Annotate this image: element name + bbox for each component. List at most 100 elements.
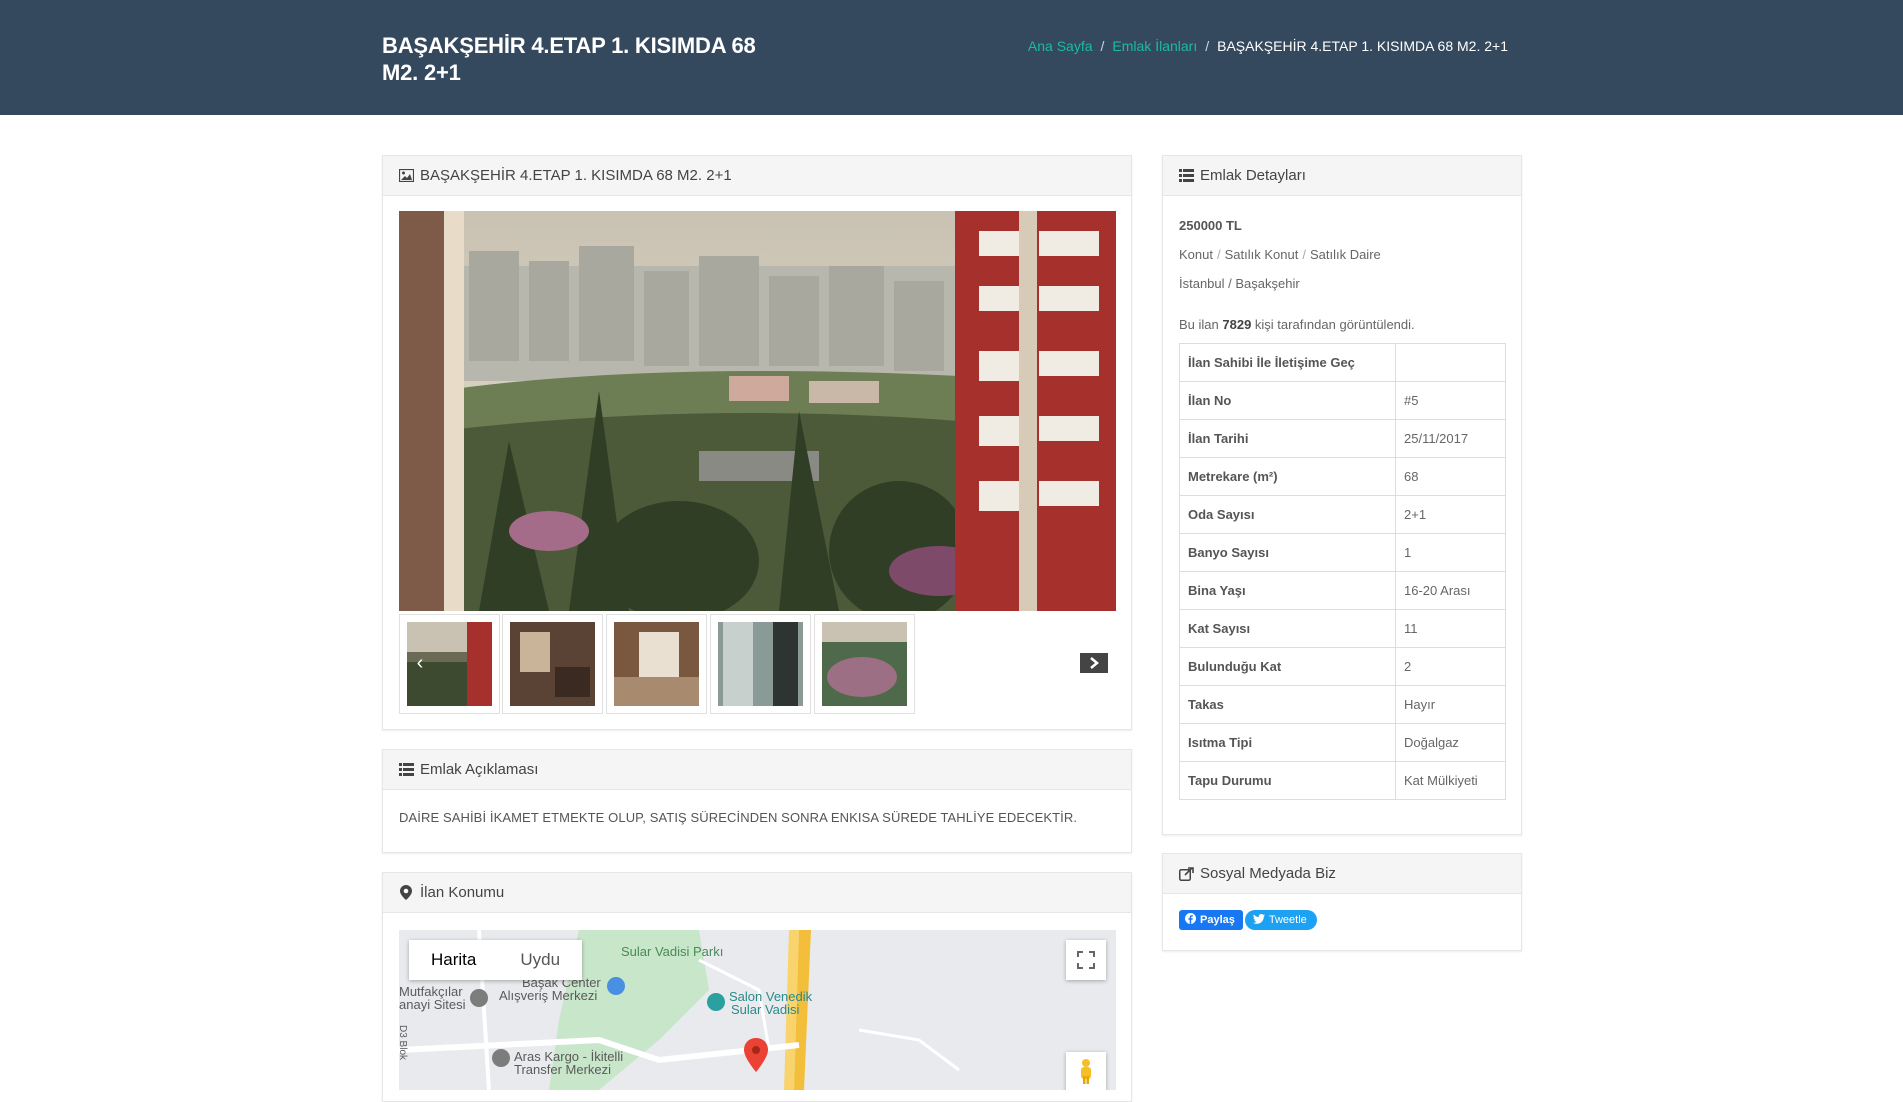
fullscreen-icon[interactable] (1066, 940, 1106, 980)
breadcrumb-separator: / (1100, 38, 1105, 54)
category-separator: / (1216, 247, 1221, 262)
gallery-prev-icon[interactable]: ‹ (409, 652, 431, 674)
listing-location: İstanbul / Başakşehir (1179, 276, 1300, 291)
location-title: İlan Konumu (420, 884, 505, 901)
details-table-row: Tapu Durumu Kat Mülkiyeti (1179, 761, 1506, 800)
details-table-value: 25/11/2017 (1395, 419, 1506, 458)
details-table-row: Oda Sayısı 2+1 (1179, 495, 1506, 534)
gallery-next-icon[interactable] (1080, 653, 1108, 673)
details-table-key: Oda Sayısı (1179, 495, 1396, 534)
map-label-mall-2: Alışveriş Merkezi (499, 988, 598, 1003)
details-table-row: Bina Yaşı 16-20 Arası (1179, 571, 1506, 610)
details-table-key: Kat Sayısı (1179, 609, 1396, 648)
gallery-title: BAŞAKŞEHİR 4.ETAP 1. KISIMDA 68 M2. 2+1 (420, 167, 732, 184)
details-table-key: Isıtma Tipi (1179, 723, 1396, 762)
views-count: 7829 (1222, 317, 1252, 332)
location-panel-header: İlan Konumu (383, 873, 1131, 913)
details-table-key: Banyo Sayısı (1179, 533, 1396, 572)
social-title: Sosyal Medyada Biz (1200, 865, 1336, 882)
thumbnail-3[interactable] (606, 614, 707, 714)
details-table-value: 2 (1395, 647, 1506, 686)
details-table-key: Tapu Durumu (1179, 761, 1396, 800)
category-satilik-konut[interactable]: Satılık Konut (1225, 247, 1299, 262)
details-table: İlan Sahibi İle İletişime Geç İlan No #5 İl… (1179, 343, 1506, 800)
details-table-row: İlan No #5 (1179, 381, 1506, 420)
category-satilik-daire[interactable]: Satılık Daire (1310, 247, 1381, 262)
twitter-bird-icon (1252, 913, 1265, 927)
gallery-panel: BAŞAKŞEHİR 4.ETAP 1. KISIMDA 68 M2. 2+1 (382, 155, 1132, 730)
map-marker-icon (398, 885, 414, 900)
details-table-value: Kat Mülkiyeti (1395, 761, 1506, 800)
listing-category: Konut / Satılık Konut / Satılık Daire (1179, 247, 1505, 262)
map-type-uydu[interactable]: Uydu (498, 940, 582, 980)
map-type-control: Harita Uydu (409, 940, 583, 980)
facebook-icon (1185, 913, 1196, 927)
share-icon (1178, 866, 1194, 881)
details-table-row: İlan Tarihi 25/11/2017 (1179, 419, 1506, 458)
category-konut[interactable]: Konut (1179, 247, 1213, 262)
map-type-harita[interactable]: Harita (409, 940, 498, 980)
breadcrumb-home-link[interactable]: Ana Sayfa (1028, 38, 1093, 54)
details-table-row: Bulunduğu Kat 2 (1179, 647, 1506, 686)
breadcrumb-separator: / (1205, 38, 1210, 54)
page-header: BAŞAKŞEHİR 4.ETAP 1. KISIMDA 68 M2. 2+1 … (0, 0, 1903, 115)
details-table-key: Bina Yaşı (1179, 571, 1396, 610)
details-table-row: Isıtma Tipi Doğalgaz (1179, 723, 1506, 762)
details-body: 250000 TL Konut / Satılık Konut / Satılık Da… (1163, 196, 1521, 348)
list-icon (398, 763, 414, 777)
details-table-row[interactable]: İlan Sahibi İle İletişime Geç (1179, 343, 1506, 382)
twitter-tweet-button[interactable]: Tweetle (1244, 910, 1317, 930)
thumbnail-2-image (510, 622, 595, 706)
breadcrumb-listings-link[interactable]: Emlak İlanları (1112, 38, 1197, 54)
details-table-key: İlan No (1179, 381, 1396, 420)
social-panel-header: Sosyal Medyada Biz (1163, 854, 1521, 894)
facebook-share-label: Paylaş (1200, 914, 1235, 926)
view-count-text: Bu ilan 7829 kişi tarafından görüntülend… (1179, 317, 1505, 332)
breadcrumb: Ana Sayfa / Emlak İlanları / BAŞAKŞEHİR 4.ET… (1028, 38, 1508, 54)
image-icon (398, 169, 414, 183)
share-buttons: Paylaş Tweetle (1179, 910, 1317, 930)
description-title: Emlak Açıklaması (420, 761, 539, 778)
thumbnail-4-image (718, 622, 803, 706)
location-panel: İlan Konumu Sular Vadisi Parkı Başak Cen… (382, 872, 1132, 1102)
description-panel-header: Emlak Açıklaması (383, 750, 1131, 790)
twitter-tweet-label: Tweetle (1268, 914, 1307, 926)
details-table-value: Doğalgaz (1395, 723, 1506, 762)
details-title: Emlak Detayları (1200, 167, 1306, 184)
facebook-share-button[interactable]: Paylaş (1179, 910, 1243, 930)
thumbnail-5[interactable] (814, 614, 915, 714)
main-listing-photo[interactable] (399, 211, 1116, 611)
map-label-park: Sular Vadisi Parkı (621, 944, 724, 959)
details-table-value: 2+1 (1395, 495, 1506, 534)
map-label-cargo-2: Transfer Merkezi (514, 1062, 612, 1077)
details-table-value: #5 (1395, 381, 1506, 420)
social-panel: Sosyal Medyada Biz Paylaş Tweetle (1162, 853, 1522, 951)
details-table-key: İlan Tarihi (1179, 419, 1396, 458)
thumbnail-4[interactable] (710, 614, 811, 714)
details-table-row: Banyo Sayısı 1 (1179, 533, 1506, 572)
location-map[interactable]: Sular Vadisi Parkı Başak Center Alışveri… (399, 930, 1116, 1090)
category-separator: / (1302, 247, 1306, 262)
views-suffix: kişi tarafından görüntülendi. (1254, 317, 1415, 332)
details-table-value: 16-20 Arası (1395, 571, 1506, 610)
details-table-key: Bulunduğu Kat (1179, 647, 1396, 686)
list-icon (1178, 169, 1194, 183)
thumbnail-2[interactable] (502, 614, 603, 714)
street-view-pegman-icon[interactable] (1066, 1052, 1106, 1090)
details-table-row: Takas Hayır (1179, 685, 1506, 724)
breadcrumb-current: BAŞAKŞEHİR 4.ETAP 1. KISIMDA 68 M2. 2+1 (1217, 38, 1508, 54)
details-panel-header: Emlak Detayları (1163, 156, 1521, 196)
details-table-value (1395, 343, 1506, 382)
details-table-value: 11 (1395, 609, 1506, 648)
details-table-key[interactable]: İlan Sahibi İle İletişime Geç (1179, 343, 1396, 382)
views-prefix: Bu ilan (1179, 317, 1219, 332)
thumbnail-3-image (614, 622, 699, 706)
thumbnail-5-image (822, 622, 907, 706)
map-label-salon-2: Sular Vadisi (731, 1002, 800, 1017)
page-title: BAŞAKŞEHİR 4.ETAP 1. KISIMDA 68 M2. 2+1 (382, 33, 756, 85)
gallery-panel-header: BAŞAKŞEHİR 4.ETAP 1. KISIMDA 68 M2. 2+1 (383, 156, 1131, 196)
details-table-value: 1 (1395, 533, 1506, 572)
description-text: DAİRE SAHİBİ İKAMET ETMEKTE OLUP, SATIŞ … (399, 810, 1078, 825)
details-table-value: Hayır (1395, 685, 1506, 724)
details-table-row: Metrekare (m²) 68 (1179, 457, 1506, 496)
